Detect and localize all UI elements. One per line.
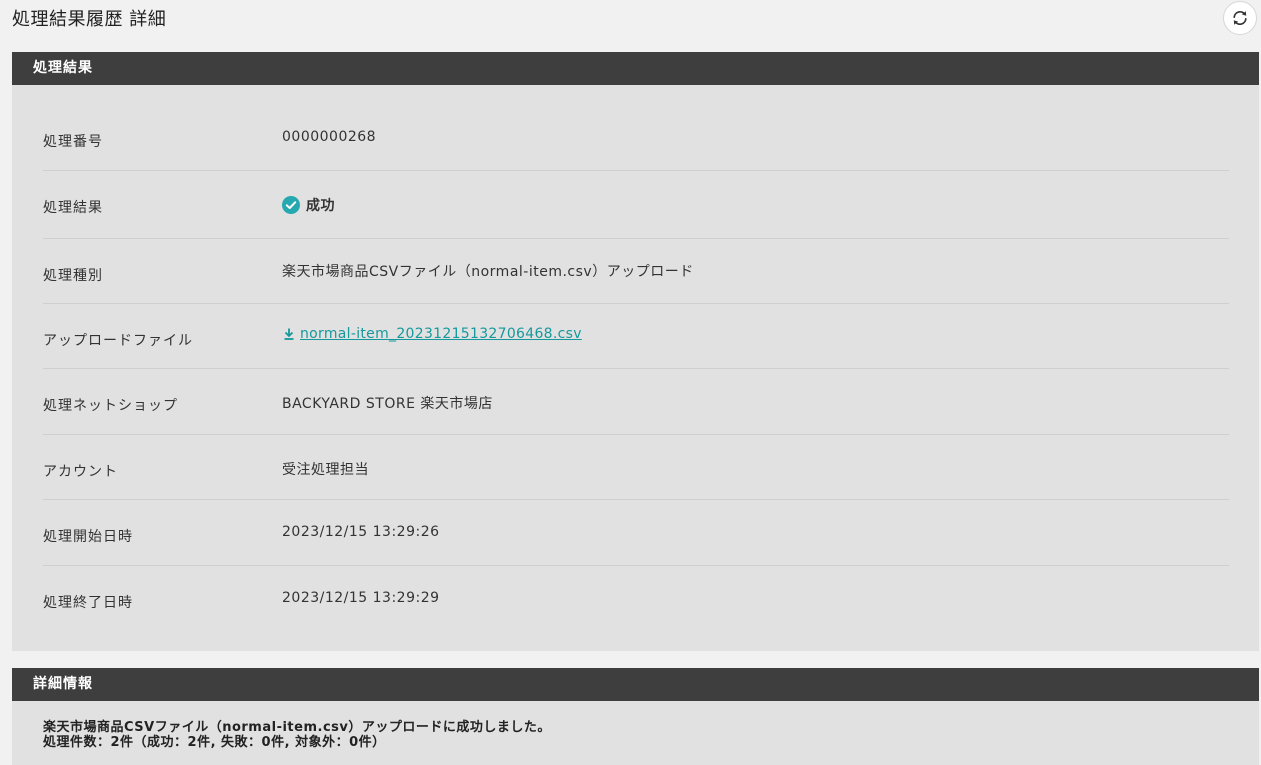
- account-value: 受注処理担当: [282, 462, 369, 478]
- detail-section: 詳細情報 楽天市場商品CSVファイル（normal-item.csv）アップロー…: [12, 668, 1259, 765]
- row-net-shop: 処理ネットショップ BACKYARD STORE 楽天市場店: [43, 369, 1229, 435]
- detail-line-message: 楽天市場商品CSVファイル（normal-item.csv）アップロードに成功し…: [43, 720, 551, 735]
- detail-line-counts: 処理件数：2件（成功：2件, 失敗：0件, 対象外：0件）: [43, 735, 386, 750]
- upload-file-link[interactable]: normal-item_20231215132706468.csv: [300, 326, 582, 342]
- row-label: 処理開始日時: [43, 529, 133, 545]
- status-label: 成功: [306, 198, 335, 214]
- download-icon[interactable]: [282, 327, 296, 341]
- row-label: 処理種別: [43, 268, 103, 284]
- row-label: 処理番号: [43, 134, 103, 150]
- process-type-value: 楽天市場商品CSVファイル（normal-item.csv）アップロード: [282, 264, 694, 280]
- end-datetime-value: 2023/12/15 13:29:29: [282, 590, 440, 606]
- row-process-result: 処理結果 成功: [43, 171, 1229, 239]
- check-circle-icon: [282, 196, 300, 214]
- upload-file-value: normal-item_20231215132706468.csv: [282, 326, 582, 342]
- refresh-icon: [1233, 11, 1247, 25]
- page-title: 処理結果履歴 詳細: [12, 9, 167, 30]
- row-label: 処理終了日時: [43, 595, 133, 611]
- detail-message: 楽天市場商品CSVファイル（normal-item.csv）アップロードに成功し…: [43, 720, 551, 750]
- result-section: 処理結果 処理番号 0000000268 処理結果 成功 処理種別 楽天市場商品…: [12, 52, 1259, 651]
- row-account: アカウント 受注処理担当: [43, 435, 1229, 500]
- process-result-value: 成功: [282, 195, 335, 215]
- row-label: 処理ネットショップ: [43, 398, 178, 414]
- row-process-number: 処理番号 0000000268: [43, 106, 1229, 171]
- result-table: 処理番号 0000000268 処理結果 成功 処理種別 楽天市場商品CSVファ…: [43, 106, 1229, 632]
- row-label: アカウント: [43, 464, 118, 480]
- row-upload-file: アップロードファイル normal-item_20231215132706468…: [43, 304, 1229, 369]
- row-start-datetime: 処理開始日時 2023/12/15 13:29:26: [43, 500, 1229, 566]
- row-end-datetime: 処理終了日時 2023/12/15 13:29:29: [43, 566, 1229, 632]
- net-shop-value: BACKYARD STORE 楽天市場店: [282, 396, 493, 412]
- start-datetime-value: 2023/12/15 13:29:26: [282, 524, 440, 540]
- row-label: アップロードファイル: [43, 333, 193, 349]
- result-section-header: 処理結果: [12, 52, 1259, 85]
- row-process-type: 処理種別 楽天市場商品CSVファイル（normal-item.csv）アップロー…: [43, 239, 1229, 304]
- process-number-value: 0000000268: [282, 129, 377, 145]
- detail-section-header: 詳細情報: [12, 668, 1259, 701]
- refresh-button[interactable]: [1223, 1, 1257, 35]
- row-label: 処理結果: [43, 200, 103, 216]
